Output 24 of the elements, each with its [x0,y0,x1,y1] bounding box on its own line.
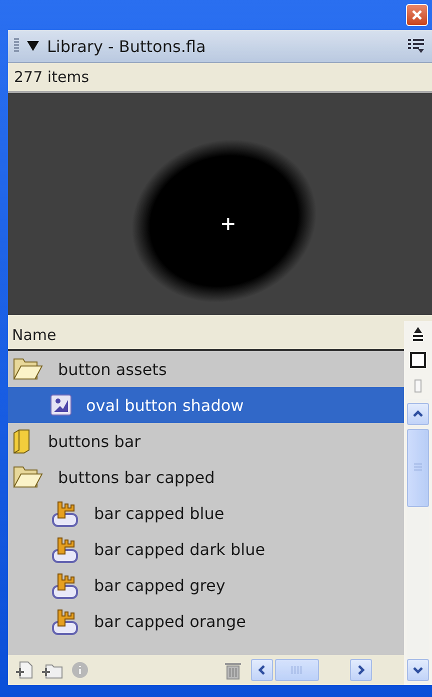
library-item[interactable]: bar capped blue [8,495,404,531]
scroll-thumb[interactable] [275,659,319,681]
grip-lines-icon[interactable] [290,665,304,675]
scroll-down-button[interactable] [407,659,429,681]
panel-title: Library - Buttons.fla [47,36,207,56]
library-item[interactable]: buttons bar [8,423,404,459]
library-item[interactable]: button assets [8,351,404,387]
library-item[interactable]: bar capped dark blue [8,531,404,567]
scroll-left-button[interactable] [251,659,273,681]
sort-icon[interactable] [412,327,424,341]
grip-icon[interactable] [14,38,19,54]
library-item[interactable]: bar capped orange [8,603,404,639]
scroll-right-button[interactable] [350,659,372,681]
scroll-thumb[interactable] [407,429,429,507]
options-menu-icon[interactable] [408,39,424,53]
library-item[interactable]: buttons bar capped [8,459,404,495]
collapse-triangle-icon[interactable] [27,41,39,51]
close-button[interactable] [406,4,428,26]
library-item[interactable]: bar capped grey [8,567,404,603]
library-item[interactable]: oval button shadow [8,387,404,423]
square-icon[interactable] [410,352,426,368]
close-icon[interactable] [411,9,423,21]
scroll-up-button[interactable] [407,403,429,425]
graphic-symbol-icon [50,394,72,416]
